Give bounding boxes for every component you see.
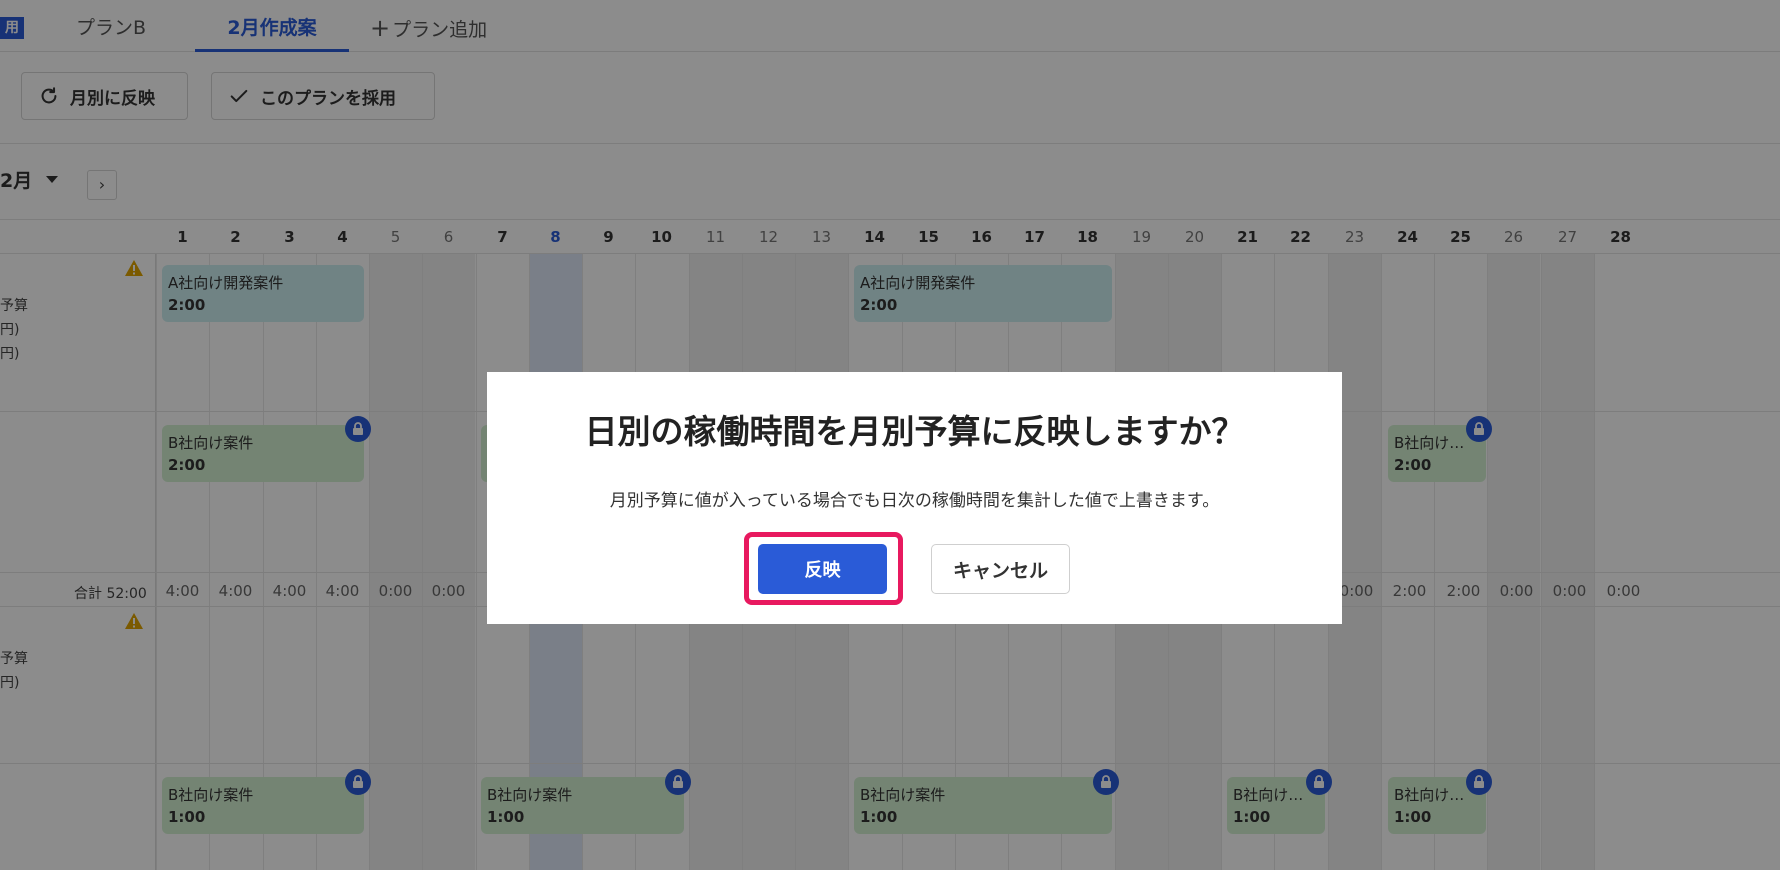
confirm-dialog: 日別の稼働時間を月別予算に反映しますか？ 月別予算に値が入っている場合でも日次の…: [487, 372, 1342, 624]
reflect-confirm-button[interactable]: 反映: [758, 544, 887, 594]
cancel-button[interactable]: キャンセル: [931, 544, 1070, 594]
dialog-message: 月別予算に値が入っている場合でも日次の稼働時間を集計した値で上書きます。: [609, 491, 1220, 511]
dialog-title: 日別の稼働時間を月別予算に反映しますか？: [584, 412, 1245, 451]
